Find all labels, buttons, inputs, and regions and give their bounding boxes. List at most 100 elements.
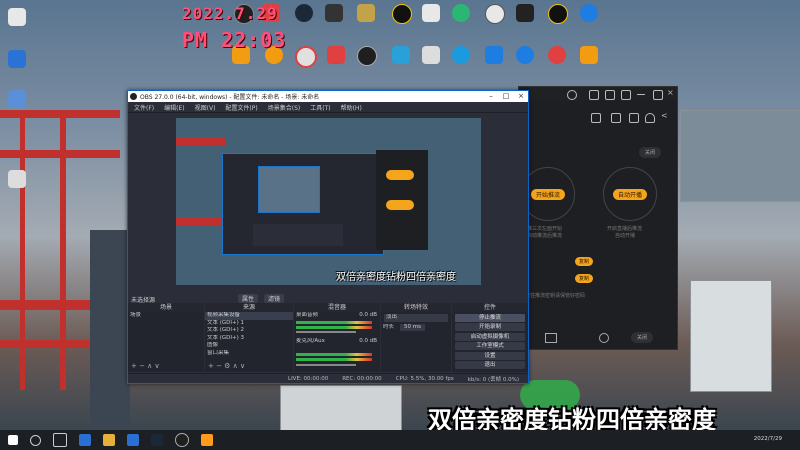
source-item[interactable]: 文本 (GDI+) 3 bbox=[205, 335, 293, 343]
task-view-icon[interactable] bbox=[53, 433, 67, 447]
source-item[interactable]: 文本 (GDI+) 1 bbox=[205, 320, 293, 328]
menu-tools[interactable]: 工具(T) bbox=[310, 103, 330, 112]
desktop-icon-qq[interactable] bbox=[422, 4, 440, 22]
exit-button[interactable]: 退出 bbox=[455, 361, 525, 369]
start-stream-ring[interactable]: 开始推流 bbox=[521, 167, 575, 221]
start-stream-hint-2: 启动推流后推流 bbox=[527, 233, 563, 239]
desktop-icon-app[interactable] bbox=[327, 46, 345, 64]
desktop-icon-app[interactable] bbox=[392, 46, 410, 64]
streaming-app-window[interactable]: × < 关闭 开始推流 自动开播 推三次左面开始 启动推流后推流 开启直播后推流… bbox=[518, 86, 678, 350]
desktop-icon-folder[interactable] bbox=[8, 50, 26, 68]
properties-button[interactable]: 属性 bbox=[238, 294, 259, 303]
duration-input[interactable]: 50 ms bbox=[400, 323, 425, 331]
filters-button[interactable]: 滤镜 bbox=[264, 294, 285, 303]
scene-item[interactable]: 场景 bbox=[128, 312, 204, 320]
menu-icon[interactable] bbox=[621, 90, 631, 100]
start-virtual-camera-button[interactable]: 启动虚拟摄像机 bbox=[455, 332, 525, 341]
taskbar-app-obs-icon[interactable] bbox=[175, 433, 189, 447]
mixer-dock: 桌面音频 0.0 dB 麦克风/Aux 0.0 dB bbox=[294, 312, 380, 372]
desktop-icon-app[interactable] bbox=[8, 90, 26, 108]
search-icon[interactable] bbox=[30, 434, 41, 446]
bottom-action-button[interactable]: 关闭 bbox=[631, 332, 654, 343]
bell-icon[interactable] bbox=[645, 113, 655, 123]
maximize-icon[interactable]: □ bbox=[499, 91, 513, 102]
desktop-icon-app[interactable] bbox=[452, 46, 470, 64]
share-icon[interactable] bbox=[611, 113, 621, 123]
taskbar-app-folder-icon[interactable] bbox=[103, 434, 115, 446]
lock-icon[interactable] bbox=[629, 113, 639, 123]
taskbar-app-icon[interactable] bbox=[127, 434, 139, 446]
obs-titlebar[interactable]: OBS 27.0.0 (64-bit, windows) - 配置文件: 未命名… bbox=[128, 91, 528, 102]
menu-view[interactable]: 视图(V) bbox=[195, 103, 216, 112]
close-panel-button[interactable]: 关闭 bbox=[639, 147, 662, 158]
desktop-icon-app[interactable] bbox=[485, 46, 503, 64]
close-icon[interactable]: × bbox=[514, 91, 528, 102]
desktop-icon-netease[interactable] bbox=[548, 46, 566, 64]
desktop-icon-app[interactable] bbox=[580, 46, 598, 64]
gear-icon[interactable] bbox=[599, 333, 609, 343]
audio-meter bbox=[296, 353, 372, 356]
start-icon[interactable] bbox=[8, 435, 18, 445]
copy-key-button[interactable]: 复制 bbox=[575, 274, 594, 283]
menu-help[interactable]: 帮助(H) bbox=[341, 103, 362, 112]
close-icon[interactable]: × bbox=[667, 88, 674, 97]
source-add-icon[interactable]: + − ⚙ ∧ ∨ bbox=[208, 362, 245, 370]
controls-dock: 停止推流 开始录制 启动虚拟摄像机 工作室模式 设置 退出 bbox=[452, 312, 528, 372]
stop-streaming-button[interactable]: 停止推流 bbox=[455, 313, 525, 322]
minimize-icon[interactable]: – bbox=[484, 91, 498, 102]
desktop-icon-file[interactable] bbox=[8, 170, 26, 188]
taskbar-app-steam-icon[interactable] bbox=[151, 434, 163, 446]
menu-edit[interactable]: 编辑(E) bbox=[164, 103, 184, 112]
obs-window[interactable]: OBS 27.0.0 (64-bit, windows) - 配置文件: 未命名… bbox=[127, 90, 529, 384]
maximize-icon[interactable] bbox=[653, 90, 663, 100]
studio-mode-button[interactable]: 工作室模式 bbox=[455, 342, 525, 350]
desktop-icon-app[interactable] bbox=[516, 46, 534, 64]
start-stream-button[interactable]: 开始推流 bbox=[530, 188, 565, 200]
obs-window-title: OBS 27.0.0 (64-bit, windows) - 配置文件: 未命名… bbox=[140, 94, 320, 101]
audio-meter bbox=[296, 358, 372, 361]
volume-slider[interactable] bbox=[296, 331, 356, 333]
auto-start-ring[interactable]: 自动开播 bbox=[603, 167, 657, 221]
obs-preview[interactable]: 双倍亲密度钻粉四倍亲密度 bbox=[176, 118, 481, 285]
taskbar: 2022/7/29 bbox=[0, 430, 800, 450]
menu-file[interactable]: 文件(F) bbox=[134, 103, 154, 112]
desktop-icon-app[interactable] bbox=[548, 4, 568, 24]
desktop-icon-app[interactable] bbox=[392, 4, 412, 24]
transition-select[interactable]: 淡出 bbox=[384, 314, 448, 322]
minimize-icon[interactable] bbox=[637, 94, 645, 95]
avatar-icon[interactable] bbox=[567, 90, 577, 100]
share-icon[interactable]: < bbox=[661, 111, 668, 120]
desktop-icon-app[interactable] bbox=[580, 4, 598, 22]
copy-server-button[interactable]: 复制 bbox=[575, 257, 594, 266]
desktop-icon-app[interactable] bbox=[452, 4, 470, 22]
source-item[interactable]: 窗口采集 bbox=[205, 350, 293, 358]
desktop-icon-app[interactable] bbox=[422, 46, 440, 64]
message-icon[interactable] bbox=[589, 90, 599, 100]
desktop-icon-app[interactable] bbox=[357, 46, 377, 66]
speaker-icon[interactable] bbox=[545, 333, 557, 343]
auto-start-button[interactable]: 自动开播 bbox=[612, 188, 647, 200]
taskbar-app-edge-icon[interactable] bbox=[79, 434, 91, 446]
desktop-icon-app[interactable] bbox=[485, 4, 505, 24]
scene-add-icon[interactable]: + − ∧ ∨ bbox=[131, 362, 160, 370]
lock-icon[interactable] bbox=[591, 113, 601, 123]
gift-icon[interactable] bbox=[605, 90, 615, 100]
wallpaper-robot bbox=[690, 280, 772, 392]
volume-slider[interactable] bbox=[296, 364, 356, 366]
desktop-icon-steam[interactable] bbox=[295, 4, 313, 22]
source-item[interactable]: 文本 (GDI+) 2 bbox=[205, 327, 293, 335]
taskbar-app-stream-icon[interactable] bbox=[201, 434, 213, 446]
menu-profile[interactable]: 配置文件(P) bbox=[225, 103, 257, 112]
obs-menubar: 文件(F) 编辑(E) 视图(V) 配置文件(P) 场景集合(S) 工具(T) … bbox=[128, 102, 528, 113]
wallpaper-girder bbox=[60, 110, 66, 390]
source-item[interactable]: 视频采集设备 bbox=[205, 312, 293, 320]
desktop-icon-recycle-bin[interactable] bbox=[8, 8, 26, 26]
desktop-icon-app[interactable] bbox=[325, 4, 343, 22]
settings-button[interactable]: 设置 bbox=[455, 351, 525, 360]
source-item[interactable]: 图像 bbox=[205, 342, 293, 350]
desktop-icon-app[interactable] bbox=[357, 4, 375, 22]
start-recording-button[interactable]: 开始录制 bbox=[455, 323, 525, 331]
desktop-icon-app[interactable] bbox=[516, 4, 534, 22]
desktop-icon-chrome[interactable] bbox=[295, 46, 317, 68]
menu-scene-collection[interactable]: 场景集合(S) bbox=[268, 103, 301, 112]
